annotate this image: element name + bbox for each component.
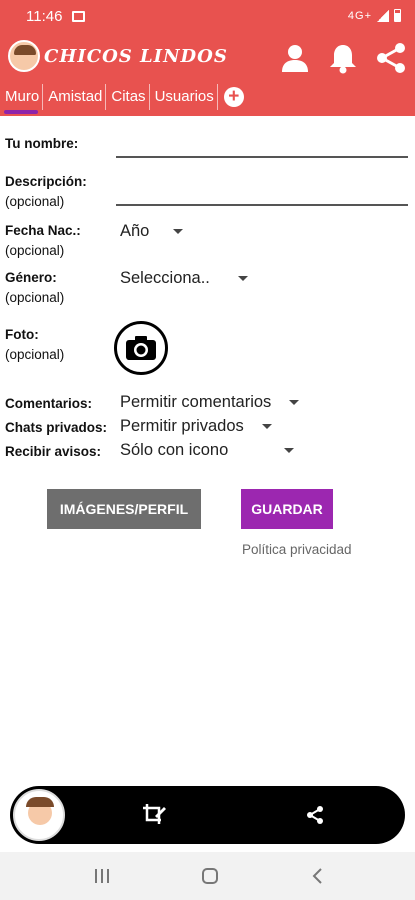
photo-label: Foto: (opcional) [5,325,64,365]
network-type: 4G+ [347,9,372,22]
notices-value: Sólo con icono [120,441,229,459]
camera-icon [126,336,156,360]
bottom-bar [10,786,405,844]
recents-icon[interactable] [90,866,114,886]
gender-optional: (opcional) [5,290,65,305]
share-icon[interactable] [372,40,410,76]
images-profile-button[interactable]: IMÁGENES/PERFIL [47,489,201,529]
birth-year-value: Año [120,222,150,240]
chevron-down-icon [289,400,300,405]
app-bar: CHICOS LINDOS Muro Amistad Citas Usuario… [0,34,415,116]
comments-label: Comentarios: [5,394,92,414]
private-chats-value: Permitir privados [120,417,244,435]
birth-year-spinner[interactable]: Año [120,222,184,241]
chevron-down-icon [261,424,272,429]
notices-label-text: Recibir avisos: [5,444,102,459]
person-icon[interactable] [276,40,314,76]
birthdate-optional: (opcional) [5,243,65,258]
tab-citas[interactable]: Citas [106,84,150,110]
status-bar: 11:46 4G+ [0,0,415,34]
gallery-notification-icon [72,11,85,22]
app-logo: CHICOS LINDOS [8,40,228,72]
comments-label-text: Comentarios: [5,396,93,411]
name-label: Tu nombre: [5,134,78,154]
share-icon[interactable] [302,802,328,828]
chevron-down-icon [284,448,295,453]
name-label-text: Tu nombre: [5,136,79,151]
back-icon[interactable] [306,866,330,886]
description-optional: (opcional) [5,194,65,209]
photo-optional: (opcional) [5,347,65,362]
battery-icon [394,9,401,22]
name-input[interactable] [116,134,408,158]
tab-usuarios[interactable]: Usuarios [150,84,218,110]
description-label: Descripción: (opcional) [5,172,87,212]
private-chats-label: Chats privados: [5,418,107,438]
crop-edit-icon[interactable] [141,802,167,828]
add-tab-icon[interactable]: + [223,87,244,107]
description-label-text: Descripción: [5,174,87,189]
logo-avatar [8,40,40,72]
gender-label: Género: (opcional) [5,268,64,308]
private-chats-spinner[interactable]: Permitir privados [120,417,272,436]
camera-button[interactable] [114,321,168,375]
chevron-down-icon [237,276,248,281]
app-title: CHICOS LINDOS [44,45,228,67]
gender-value: Selecciona.. [120,269,210,287]
save-button[interactable]: GUARDAR [241,489,333,529]
description-input[interactable] [116,182,408,206]
birthdate-label-text: Fecha Nac.: [5,223,81,238]
birthdate-label: Fecha Nac.: (opcional) [5,221,81,261]
comments-value: Permitir comentarios [120,393,272,411]
tab-muro[interactable]: Muro [0,84,44,114]
gender-spinner[interactable]: Selecciona.. [120,269,248,288]
gender-label-text: Género: [5,270,57,285]
tab-bar: Muro Amistad Citas Usuarios + [0,84,244,114]
photo-label-text: Foto: [5,327,39,342]
comments-spinner[interactable]: Permitir comentarios [120,393,300,412]
avatar[interactable] [13,789,65,841]
status-indicators: 4G+ [348,9,401,22]
private-chats-label-text: Chats privados: [5,420,108,435]
home-icon[interactable] [198,866,222,886]
system-nav-bar [0,852,415,900]
bell-icon[interactable] [324,40,362,76]
tab-amistad[interactable]: Amistad [43,84,107,110]
privacy-policy-link[interactable]: Política privacidad [242,542,352,557]
notices-label: Recibir avisos: [5,442,101,462]
status-time: 11:46 [26,8,63,25]
signal-icon [377,9,389,22]
notices-spinner[interactable]: Sólo con icono [120,441,295,460]
chevron-down-icon [173,229,184,234]
